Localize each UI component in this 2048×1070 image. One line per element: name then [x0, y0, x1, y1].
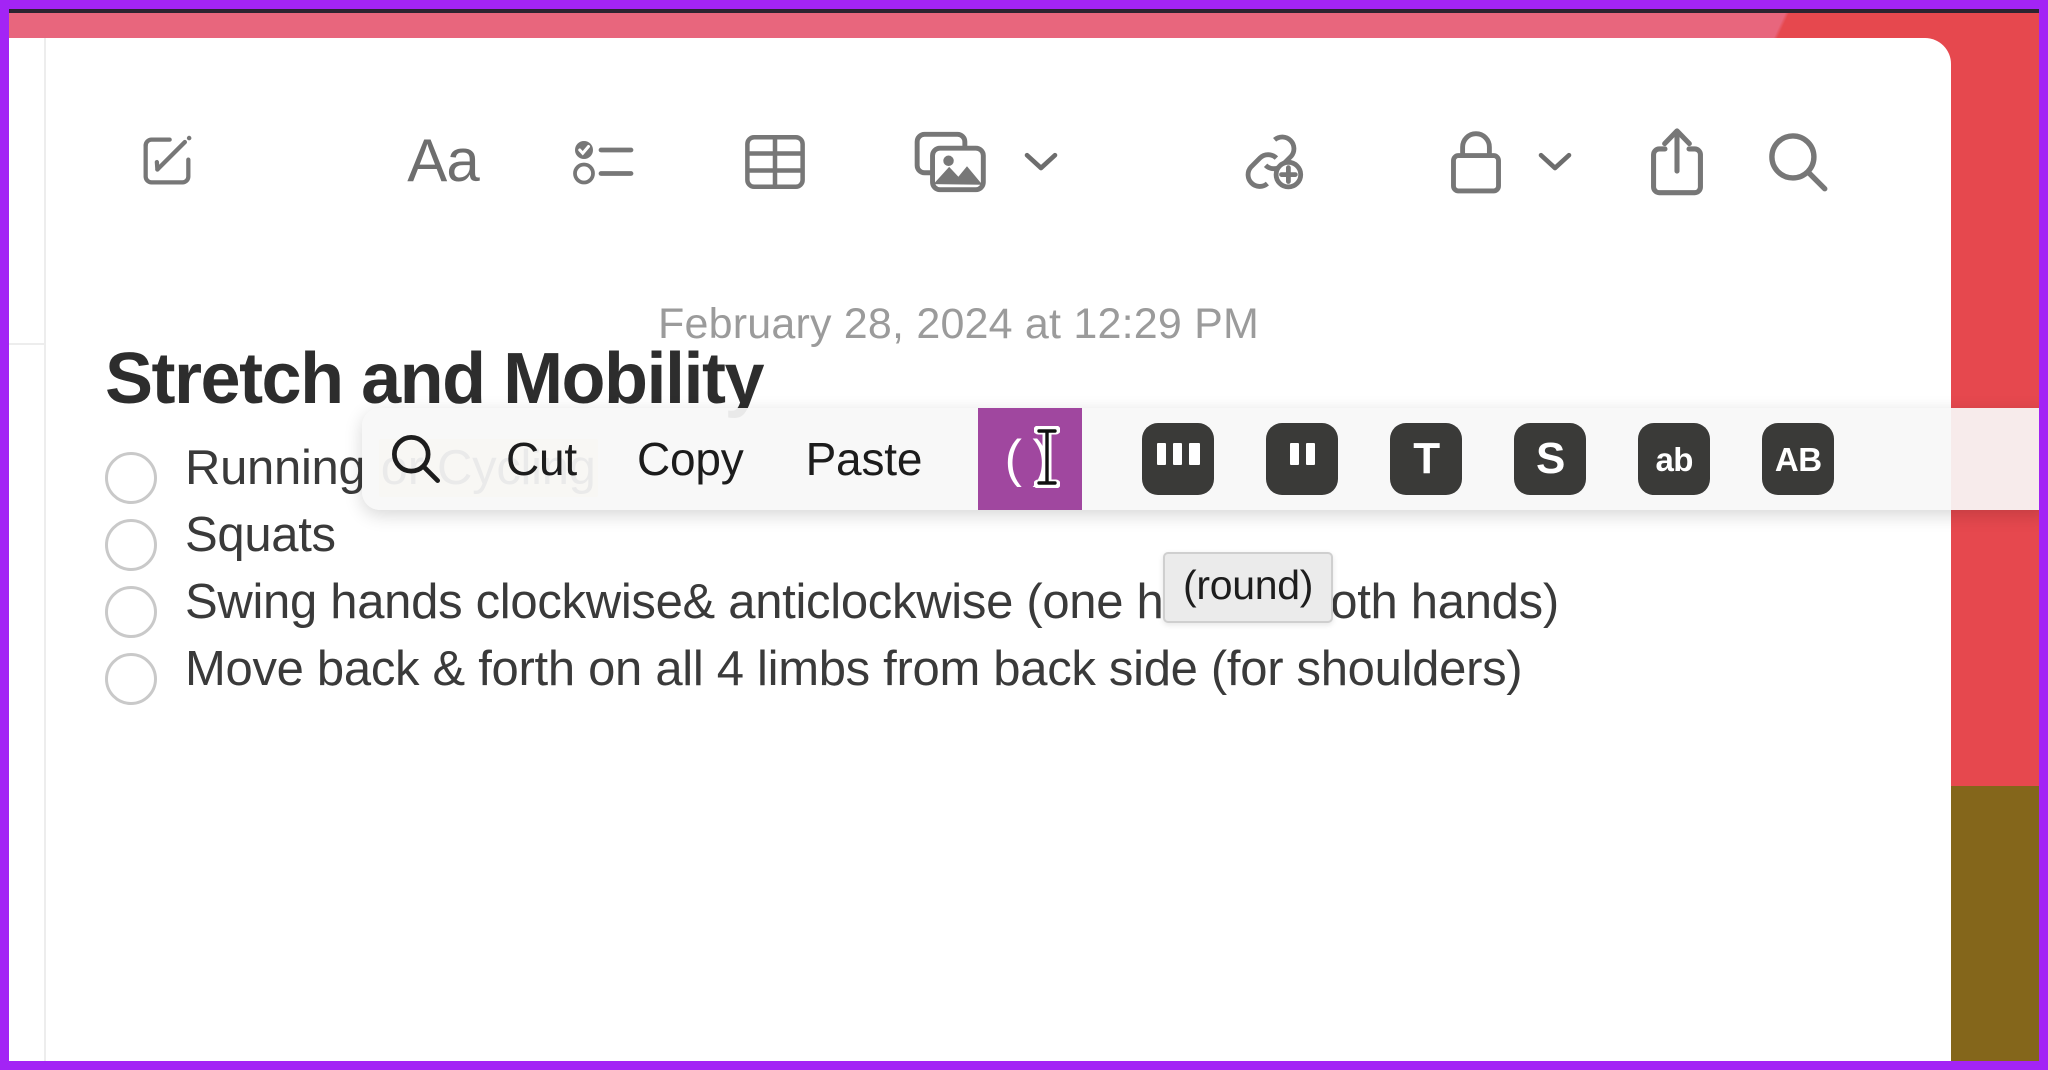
triple-quote-key[interactable] — [1142, 423, 1215, 495]
checklist-item-text[interactable]: Swing hands clockwise& anticlockwise (on… — [185, 574, 1559, 631]
copy-button[interactable]: Copy — [637, 432, 744, 486]
s-label: S — [1536, 434, 1565, 483]
sidebar-row-divider — [9, 343, 45, 345]
uppercase-t-label: T — [1413, 434, 1440, 483]
checkbox-circle[interactable] — [105, 653, 157, 705]
media-chevron-down-icon[interactable] — [1018, 138, 1064, 184]
lock-chevron-down-icon[interactable] — [1532, 138, 1578, 184]
compose-note-icon[interactable] — [131, 125, 203, 197]
text-cursor-icon — [1034, 426, 1061, 488]
checklist-item[interactable]: Swing hands clockwise& anticlockwise (on… — [105, 574, 1891, 638]
double-quote-glyph — [1289, 443, 1315, 465]
search-icon[interactable] — [362, 430, 470, 488]
checkbox-circle[interactable] — [105, 452, 157, 504]
paste-button[interactable]: Paste — [806, 432, 923, 486]
checklist-item[interactable]: Move back & forth on all 4 limbs from ba… — [105, 641, 1891, 705]
lock-icon[interactable] — [1438, 124, 1514, 200]
uppercase-ab-key[interactable]: AB — [1762, 423, 1835, 495]
note-content: Stretch and Mobility Running or Cycling … — [105, 338, 1891, 708]
screen: Aa February 28, 2024 at 12:29 PM Stretch… — [0, 0, 2048, 1070]
format-label: Aa — [407, 126, 479, 194]
checklist-item-text[interactable]: Move back & forth on all 4 limbs from ba… — [185, 641, 1523, 698]
window-top-hairline — [9, 9, 2039, 13]
checkbox-circle[interactable] — [105, 586, 157, 638]
search-icon[interactable] — [1758, 122, 1838, 202]
format-icon[interactable]: Aa — [388, 120, 498, 200]
share-icon[interactable] — [1638, 120, 1716, 202]
checklist-item[interactable]: Squats — [105, 507, 1891, 571]
lowercase-ab-label: ab — [1655, 440, 1693, 478]
media-icon[interactable] — [906, 124, 996, 200]
cut-button[interactable]: Cut — [506, 432, 577, 486]
lowercase-ab-key[interactable]: ab — [1638, 423, 1711, 495]
note-date: February 28, 2024 at 12:29 PM — [658, 300, 1259, 348]
uppercase-ab-label: AB — [1774, 440, 1822, 478]
uppercase-t-key[interactable]: T — [1390, 423, 1463, 495]
tooltip-round: (round) — [1163, 552, 1334, 623]
text-selection-popup: Cut Copy Paste ( ) T S ab AB — [362, 408, 2048, 510]
triple-quote-glyph — [1156, 443, 1200, 465]
notes-window: Aa February 28, 2024 at 12:29 PM Stretch… — [9, 38, 1951, 1070]
checklist-item-text-plain: Running — [185, 441, 379, 495]
round-brackets-button[interactable]: ( ) — [978, 408, 1083, 510]
double-quote-key[interactable] — [1266, 423, 1339, 495]
checkbox-circle[interactable] — [105, 519, 157, 571]
add-link-icon[interactable] — [1228, 124, 1314, 200]
checklist-item-text[interactable]: Squats — [185, 507, 336, 564]
s-key[interactable]: S — [1514, 423, 1587, 495]
notes-toolbar: Aa — [46, 38, 1951, 238]
checklist-icon[interactable] — [566, 126, 646, 198]
table-icon[interactable] — [736, 126, 814, 198]
